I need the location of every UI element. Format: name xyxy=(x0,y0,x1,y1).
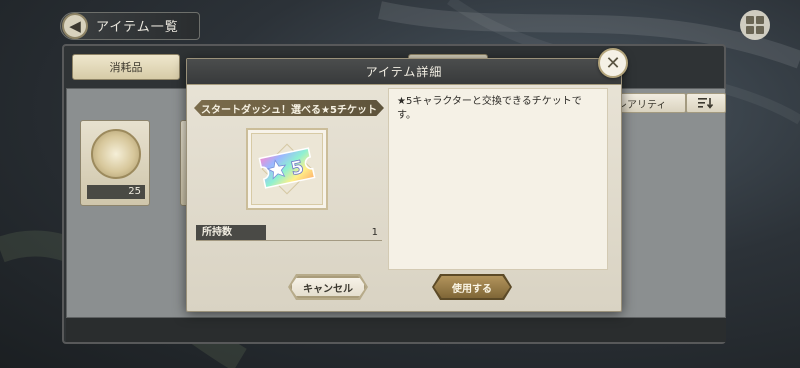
use-button[interactable]: 使用する xyxy=(434,276,510,298)
dialog-title: アイテム詳細 xyxy=(187,59,621,85)
back-button[interactable]: ◀ xyxy=(62,13,88,39)
bottom-bar xyxy=(66,318,726,342)
owned-label: 所持数 xyxy=(196,225,266,240)
item-description: ★5キャラクターと交換できるチケットです。 xyxy=(388,88,608,270)
menu-button[interactable] xyxy=(740,10,770,40)
tab-consumable[interactable]: 消耗品 xyxy=(72,54,180,80)
close-icon: ✕ xyxy=(605,52,621,74)
arrow-left-icon: ◀ xyxy=(69,17,81,35)
screen-title: アイテム一覧 xyxy=(96,20,179,35)
close-button[interactable]: ✕ xyxy=(598,48,628,78)
item-icon-frame: 5 xyxy=(246,128,328,210)
owned-count-row: 所持数 1 xyxy=(196,225,382,241)
item-quantity: 25 xyxy=(87,185,145,199)
owned-value: 1 xyxy=(371,227,378,238)
sort-order-icon xyxy=(698,98,714,109)
cancel-button[interactable]: キャンセル xyxy=(290,276,366,298)
item-card[interactable]: 25 xyxy=(80,120,150,206)
item-name: スタートダッシュ！選べる★5チケット xyxy=(194,100,384,116)
star5-ticket-icon: 5 xyxy=(258,147,316,189)
sort-order-button[interactable] xyxy=(686,93,726,113)
medal-icon xyxy=(91,129,141,179)
grid-menu-icon xyxy=(746,16,754,24)
